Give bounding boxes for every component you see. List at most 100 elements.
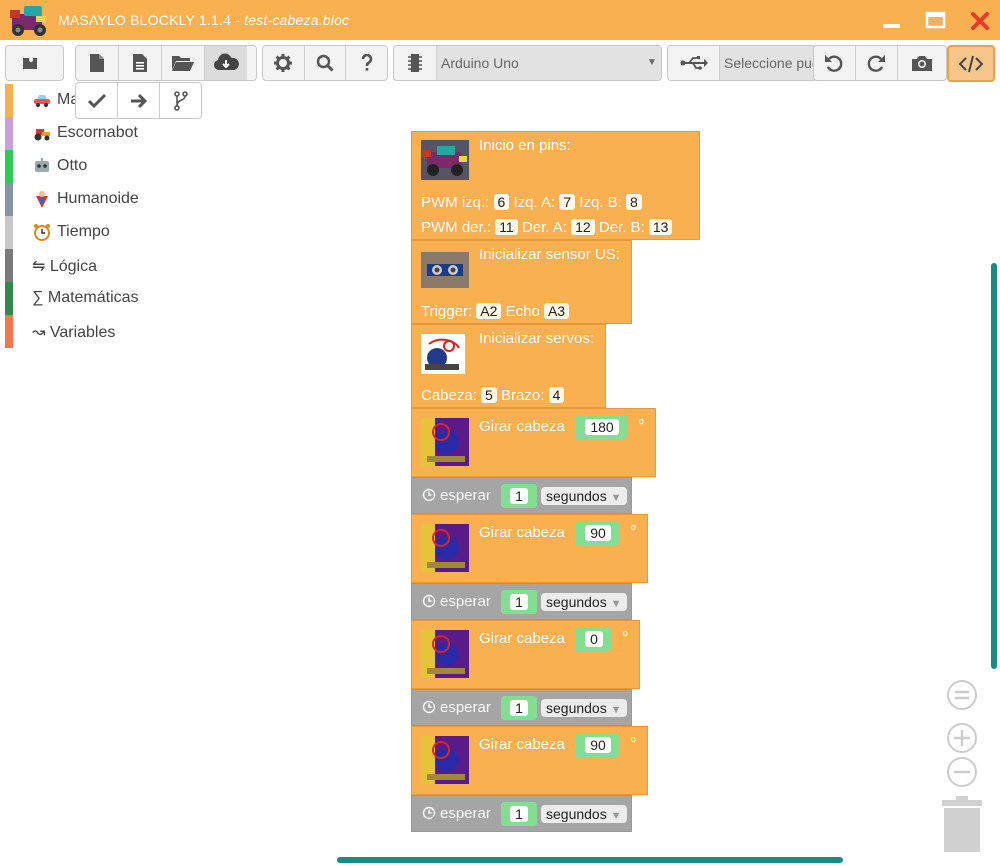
zoom-reset-icon[interactable] (945, 678, 979, 712)
zoom-in-icon[interactable] (945, 721, 979, 755)
screenshot-button[interactable] (898, 46, 947, 80)
board-select[interactable]: Arduino Uno ▼ (393, 45, 662, 81)
code-icon (959, 55, 983, 72)
close-icon[interactable] (967, 8, 993, 34)
angle-value[interactable]: 180 (585, 419, 619, 435)
wait-value[interactable]: 1 (510, 700, 528, 716)
trigger-field[interactable]: A2 (476, 303, 502, 319)
port-select[interactable]: Seleccione puerto (667, 45, 817, 81)
branch-button[interactable] (160, 83, 201, 118)
category-color-bar (5, 315, 13, 348)
toggle-toolbox-button[interactable] (6, 46, 54, 80)
clock-icon (422, 488, 436, 502)
izq-b-field[interactable]: 8 (626, 194, 642, 210)
block-title: esperar (440, 593, 491, 610)
horizontal-scrollbar[interactable] (337, 857, 843, 863)
undo-button[interactable] (814, 46, 856, 80)
block-inicio-pins[interactable]: Inicio en pins: PWM izq.: 6 Izq. A: 7 Iz… (411, 131, 700, 240)
block-esperar[interactable]: esperar 1 segundos ▼ (411, 689, 632, 726)
minimize-icon[interactable] (879, 8, 905, 34)
wait-input[interactable]: 1 (501, 802, 537, 826)
verify-button[interactable] (76, 83, 118, 118)
chevron-down-icon: ▼ (647, 57, 657, 68)
izq-a-field[interactable]: 7 (559, 194, 576, 210)
head-servo-image (421, 418, 469, 466)
block-servos[interactable]: Inicializar servos: Cabeza: 5 Brazo: 4 (411, 324, 606, 408)
block-girar-cabeza[interactable]: Girar cabeza 0 º (411, 620, 640, 689)
category-color-bar (5, 282, 13, 315)
angle-input[interactable]: 90 (575, 521, 619, 545)
zoom-out-icon[interactable] (945, 755, 979, 789)
block-girar-cabeza[interactable]: Girar cabeza 90 º (411, 726, 648, 795)
angle-input[interactable]: 90 (575, 733, 619, 757)
block-esperar[interactable]: esperar 1 segundos ▼ (411, 795, 632, 832)
unit-dropdown[interactable]: segundos ▼ (541, 805, 627, 823)
brazo-pin-field[interactable]: 4 (548, 387, 565, 403)
category-color-bar (5, 216, 13, 249)
new-text-file-button[interactable] (119, 46, 162, 80)
check-icon (87, 93, 106, 108)
pwm-izq-field[interactable]: 6 (493, 194, 510, 210)
wait-input[interactable]: 1 (501, 484, 537, 508)
maximize-icon[interactable] (923, 8, 949, 34)
redo-button[interactable] (856, 46, 898, 80)
settings-button[interactable] (263, 46, 305, 80)
wait-input[interactable]: 1 (501, 696, 537, 720)
wait-value[interactable]: 1 (510, 594, 528, 610)
category-humanoide[interactable]: Humanoide (5, 183, 155, 216)
search-button[interactable] (305, 46, 347, 80)
new-file-button[interactable] (76, 46, 119, 80)
der-b-field[interactable]: 13 (648, 219, 673, 235)
save-cloud-button[interactable] (205, 46, 247, 80)
block-sensor-us[interactable]: Inicializar sensor US: Trigger: A2 Echo … (411, 240, 632, 324)
cabeza-pin-field[interactable]: 5 (481, 387, 497, 403)
vertical-scrollbar[interactable] (991, 263, 997, 669)
block-girar-cabeza[interactable]: Girar cabeza 180 º (411, 408, 656, 477)
help-button[interactable] (346, 46, 387, 80)
robot-logo-icon (10, 6, 46, 36)
title-bar: MASAYLO BLOCKLY 1.1.4 - test-cabeza.bloc (0, 0, 1000, 40)
block-esperar[interactable]: esperar 1 segundos ▼ (411, 583, 632, 620)
camera-icon (911, 56, 932, 71)
echo-field[interactable]: A3 (543, 303, 570, 319)
unit-dropdown[interactable]: segundos ▼ (541, 487, 627, 505)
block-title: Inicializar sensor US: (479, 246, 620, 263)
angle-value[interactable]: 90 (585, 737, 611, 753)
block-title: Girar cabeza (479, 524, 565, 541)
category-escornabot[interactable]: Escornabot (5, 117, 155, 150)
category-matematicas[interactable]: ∑ Matemáticas (5, 282, 155, 315)
block-title: esperar (440, 487, 491, 504)
category-otto[interactable]: Otto (5, 150, 155, 183)
der-a-field[interactable]: 12 (571, 219, 595, 235)
category-label: ⇋ Lógica (32, 258, 98, 275)
head-servo-image (421, 630, 469, 678)
category-logica[interactable]: ⇋ Lógica (5, 249, 155, 282)
category-variables[interactable]: ↝ Variables (5, 315, 155, 348)
board-icon-cell (394, 46, 437, 80)
angle-value[interactable]: 90 (585, 525, 611, 541)
block-girar-cabeza[interactable]: Girar cabeza 90 º (411, 514, 648, 583)
pins-row-1: PWM izq.: 6 Izq. A: 7 Izq. B: 8 (421, 194, 642, 211)
dropdown-arrow-icon: ▼ (610, 492, 622, 504)
trash-icon[interactable] (940, 796, 984, 854)
open-file-button[interactable] (162, 46, 205, 80)
category-color-bar (5, 84, 13, 117)
unit-dropdown[interactable]: segundos ▼ (541, 593, 627, 611)
show-code-button[interactable] (947, 45, 995, 82)
upload-button[interactable] (118, 83, 160, 118)
wait-value[interactable]: 1 (510, 488, 528, 504)
degree-symbol: º (639, 416, 644, 431)
category-tiempo[interactable]: Tiempo (5, 216, 155, 249)
angle-input[interactable]: 0 (575, 627, 611, 651)
pwm-der-field[interactable]: 11 (495, 219, 518, 235)
pins-row-2: PWM der.: 11 Der. A: 12 Der. B: 13 (421, 219, 673, 236)
block-esperar[interactable]: esperar 1 segundos ▼ (411, 477, 632, 514)
board-select-value: Arduino Uno (441, 55, 519, 71)
unit-dropdown[interactable]: segundos ▼ (541, 699, 627, 717)
angle-value[interactable]: 0 (585, 631, 603, 647)
wait-value[interactable]: 1 (510, 806, 528, 822)
angle-input[interactable]: 180 (575, 415, 627, 439)
wait-input[interactable]: 1 (501, 590, 537, 614)
gear-icon (274, 54, 293, 72)
redo-icon (867, 55, 886, 72)
